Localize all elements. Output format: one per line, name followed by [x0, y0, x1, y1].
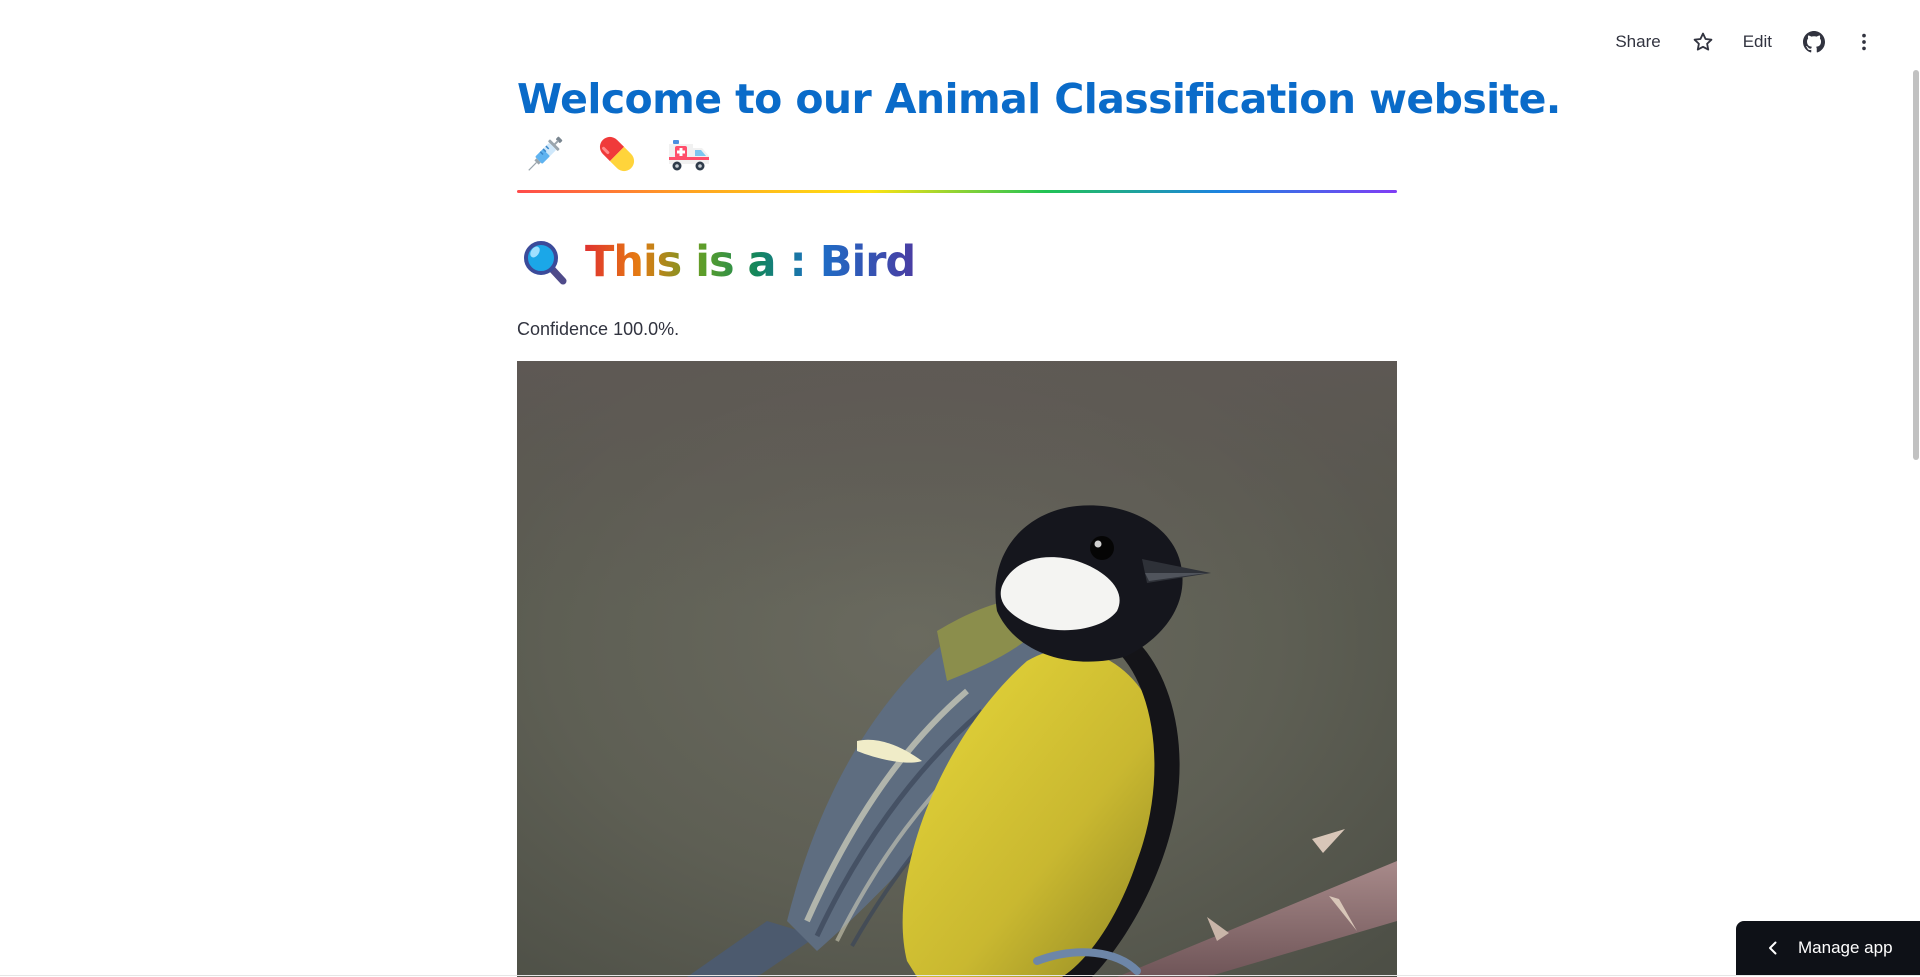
ambulance-icon: [665, 130, 713, 178]
result-heading: This is a : Bird: [517, 235, 1397, 289]
star-icon: [1692, 31, 1714, 53]
magnifier-icon: [521, 238, 569, 286]
pill-icon: [593, 130, 641, 178]
manage-app-button[interactable]: Manage app: [1736, 921, 1920, 975]
main-menu-button[interactable]: [1844, 24, 1884, 60]
confidence-text: Confidence 100.0%.: [517, 317, 1397, 341]
chevron-left-icon: [1766, 941, 1780, 955]
syringe-icon: [521, 130, 569, 178]
edit-button[interactable]: Edit: [1733, 24, 1782, 60]
scrollbar[interactable]: [1912, 70, 1920, 974]
github-icon: [1803, 31, 1825, 53]
bird-photo: [517, 361, 1397, 977]
rainbow-divider: [517, 190, 1397, 193]
prediction-result: This is a : Bird: [585, 237, 915, 287]
star-button[interactable]: [1683, 24, 1723, 60]
more-vertical-icon: [1853, 31, 1875, 53]
app-toolbar: Share Edit: [1605, 24, 1884, 60]
share-button[interactable]: Share: [1605, 24, 1670, 60]
main-content: Welcome to our Animal Classification web…: [517, 68, 1397, 977]
page-title: Welcome to our Animal Classification web…: [517, 68, 1397, 130]
emoji-row: [517, 128, 1397, 180]
manage-app-label: Manage app: [1798, 938, 1893, 958]
scrollbar-thumb[interactable]: [1913, 70, 1919, 460]
github-button[interactable]: [1794, 24, 1834, 60]
